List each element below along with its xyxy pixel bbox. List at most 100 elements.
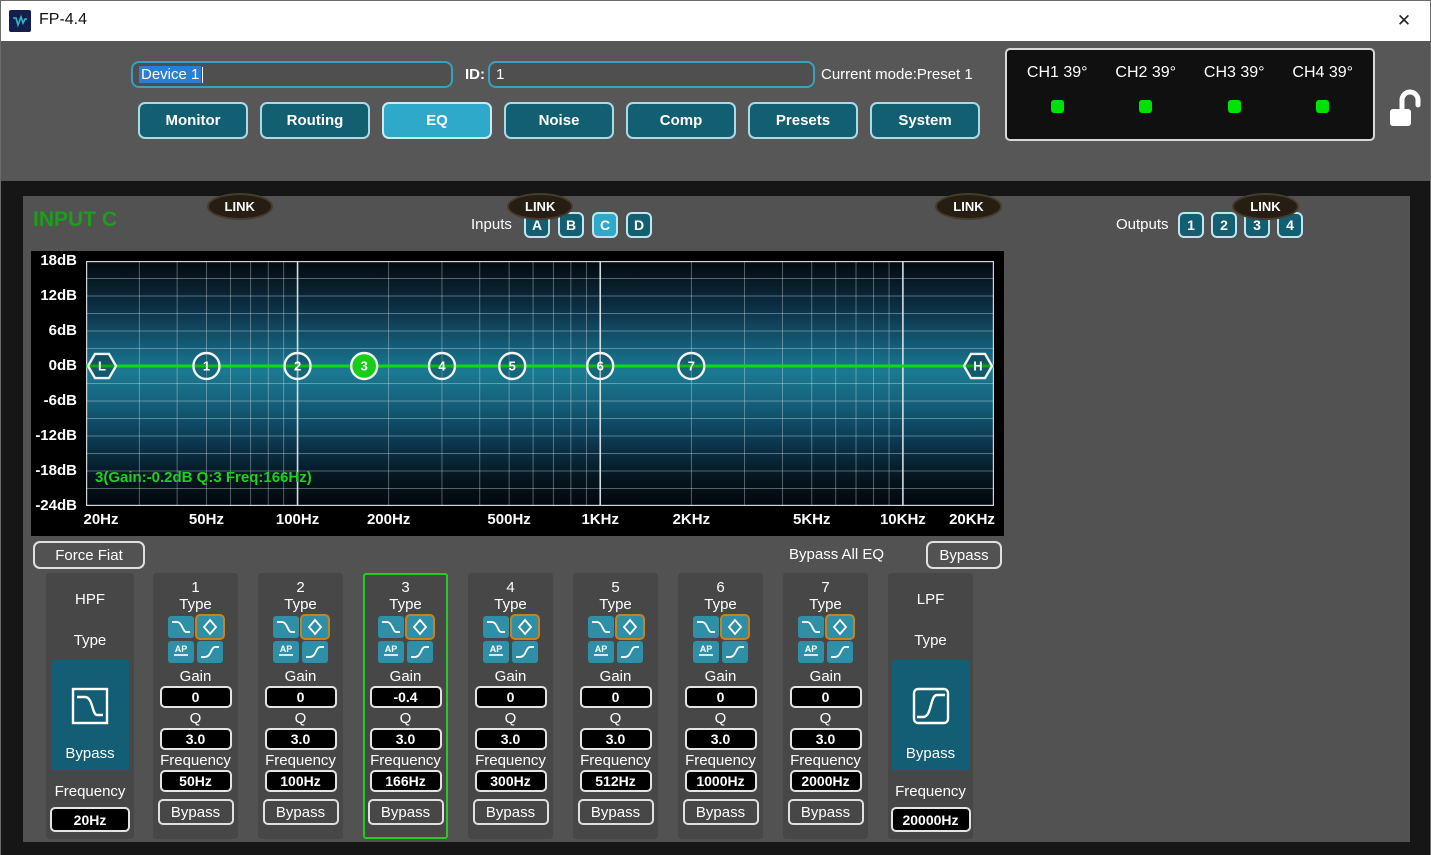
output-button-2[interactable]: 2: [1211, 212, 1237, 238]
eq-marker-3[interactable]: 3: [351, 353, 377, 379]
band-4-gain-value[interactable]: 0: [475, 686, 547, 708]
tab-bar: Monitor Routing EQ Noise Comp Presets System: [138, 102, 980, 139]
shelf-icon[interactable]: [827, 641, 853, 663]
allpass-icon[interactable]: AP: [588, 641, 614, 663]
lowpass-icon[interactable]: [588, 616, 614, 638]
eq-marker-6[interactable]: 6: [587, 353, 613, 379]
lowpass-icon[interactable]: [273, 616, 299, 638]
allpass-icon[interactable]: AP: [693, 641, 719, 663]
band-5-gain-value[interactable]: 0: [580, 686, 652, 708]
lowpass-icon[interactable]: [798, 616, 824, 638]
eq-marker-1[interactable]: 1: [193, 353, 219, 379]
shelf-icon[interactable]: [617, 641, 643, 663]
band-7-q-value[interactable]: 3.0: [790, 728, 862, 750]
allpass-icon[interactable]: AP: [798, 641, 824, 663]
band-5-bypass-button[interactable]: Bypass: [578, 799, 654, 825]
bell-icon[interactable]: [722, 616, 748, 638]
tab-eq[interactable]: EQ: [382, 102, 492, 139]
y-tick-0dB: 0dB: [31, 357, 77, 374]
eq-marker-4[interactable]: 4: [429, 353, 455, 379]
channel-temp-label: CH1 39°: [1027, 64, 1088, 82]
band-2-frequency-value[interactable]: 100Hz: [265, 770, 337, 792]
band-4-bypass-button[interactable]: Bypass: [473, 799, 549, 825]
allpass-icon[interactable]: AP: [273, 641, 299, 663]
bypass-all-eq-button[interactable]: Bypass: [926, 541, 1002, 569]
bell-icon[interactable]: [512, 616, 538, 638]
band-7-frequency-value[interactable]: 2000Hz: [790, 770, 862, 792]
band-7-gain-value[interactable]: 0: [790, 686, 862, 708]
bell-icon[interactable]: [617, 616, 643, 638]
lowpass-icon[interactable]: [693, 616, 719, 638]
link-toggle[interactable]: LINK: [207, 193, 273, 220]
bell-icon[interactable]: [197, 616, 223, 638]
eq-marker-7[interactable]: 7: [678, 353, 704, 379]
device-name-input[interactable]: Device 1: [131, 61, 453, 88]
band-6-frequency-value[interactable]: 1000Hz: [685, 770, 757, 792]
band-4-frequency-value[interactable]: 300Hz: [475, 770, 547, 792]
lowpass-icon[interactable]: [168, 616, 194, 638]
close-icon[interactable]: ✕: [1392, 9, 1416, 33]
hpf-frequency-value[interactable]: 20Hz: [50, 807, 130, 832]
band-3-q-label: Q: [400, 710, 412, 727]
output-button-1[interactable]: 1: [1178, 212, 1204, 238]
lpf-bypass-button[interactable]: Bypass: [892, 660, 970, 770]
lowpass-icon[interactable]: [378, 616, 404, 638]
tab-noise[interactable]: Noise: [504, 102, 614, 139]
tab-system[interactable]: System: [870, 102, 980, 139]
shelf-icon[interactable]: [512, 641, 538, 663]
tab-monitor[interactable]: Monitor: [138, 102, 248, 139]
shelf-icon[interactable]: [407, 641, 433, 663]
band-3-q-value[interactable]: 3.0: [370, 728, 442, 750]
force-flat-button[interactable]: Force Fiat: [33, 541, 145, 569]
band-4-type-label: Type: [494, 596, 527, 613]
hpf-bypass-label: Bypass: [65, 745, 114, 762]
tab-presets[interactable]: Presets: [748, 102, 858, 139]
shelf-icon[interactable]: [197, 641, 223, 663]
band-6-gain-value[interactable]: 0: [685, 686, 757, 708]
allpass-icon[interactable]: AP: [483, 641, 509, 663]
band-3-frequency-value[interactable]: 166Hz: [370, 770, 442, 792]
band-6-bypass-button[interactable]: Bypass: [683, 799, 759, 825]
allpass-icon[interactable]: AP: [168, 641, 194, 663]
band-4-q-value[interactable]: 3.0: [475, 728, 547, 750]
band-7-bypass-button[interactable]: Bypass: [788, 799, 864, 825]
band-5-frequency-value[interactable]: 512Hz: [580, 770, 652, 792]
device-id-input[interactable]: 1: [488, 61, 815, 88]
band-5-q-value[interactable]: 3.0: [580, 728, 652, 750]
band-1-gain-value[interactable]: 0: [160, 686, 232, 708]
input-button-d[interactable]: D: [626, 212, 652, 238]
shelf-icon[interactable]: [302, 641, 328, 663]
tab-routing[interactable]: Routing: [260, 102, 370, 139]
band-3-gain-value[interactable]: -0.4: [370, 686, 442, 708]
link-toggle[interactable]: LINK: [507, 193, 573, 220]
band-1-q-value[interactable]: 3.0: [160, 728, 232, 750]
lpf-frequency-value[interactable]: 20000Hz: [891, 807, 971, 832]
unlock-icon[interactable]: [1387, 87, 1423, 134]
lowpass-icon[interactable]: [483, 616, 509, 638]
eq-marker-L[interactable]: L: [88, 354, 116, 378]
bell-icon[interactable]: [302, 616, 328, 638]
band-3-gain-label: Gain: [390, 668, 422, 685]
bell-icon[interactable]: [407, 616, 433, 638]
band-3-bypass-button[interactable]: Bypass: [368, 799, 444, 825]
allpass-icon[interactable]: AP: [378, 641, 404, 663]
link-toggle[interactable]: LINK: [1232, 193, 1298, 220]
link-toggle[interactable]: LINK: [935, 193, 1001, 220]
band-2-bypass-button[interactable]: Bypass: [263, 799, 339, 825]
band-1-bypass-button[interactable]: Bypass: [158, 799, 234, 825]
hpf-bypass-button[interactable]: Bypass: [51, 660, 129, 770]
shelf-icon[interactable]: [722, 641, 748, 663]
band-4-gain-label: Gain: [495, 668, 527, 685]
band-6-gain-label: Gain: [705, 668, 737, 685]
eq-marker-2[interactable]: 2: [285, 353, 311, 379]
x-axis-labels: 20Hz50Hz100Hz200Hz500Hz1KHz2KHz5KHz10KHz…: [31, 507, 1004, 533]
eq-marker-5[interactable]: 5: [499, 353, 525, 379]
band-1-frequency-value[interactable]: 50Hz: [160, 770, 232, 792]
input-button-c[interactable]: C: [592, 212, 618, 238]
bell-icon[interactable]: [827, 616, 853, 638]
tab-comp[interactable]: Comp: [626, 102, 736, 139]
band-6-q-value[interactable]: 3.0: [685, 728, 757, 750]
band-2-gain-value[interactable]: 0: [265, 686, 337, 708]
band-2-q-value[interactable]: 3.0: [265, 728, 337, 750]
eq-marker-H[interactable]: H: [964, 354, 992, 378]
